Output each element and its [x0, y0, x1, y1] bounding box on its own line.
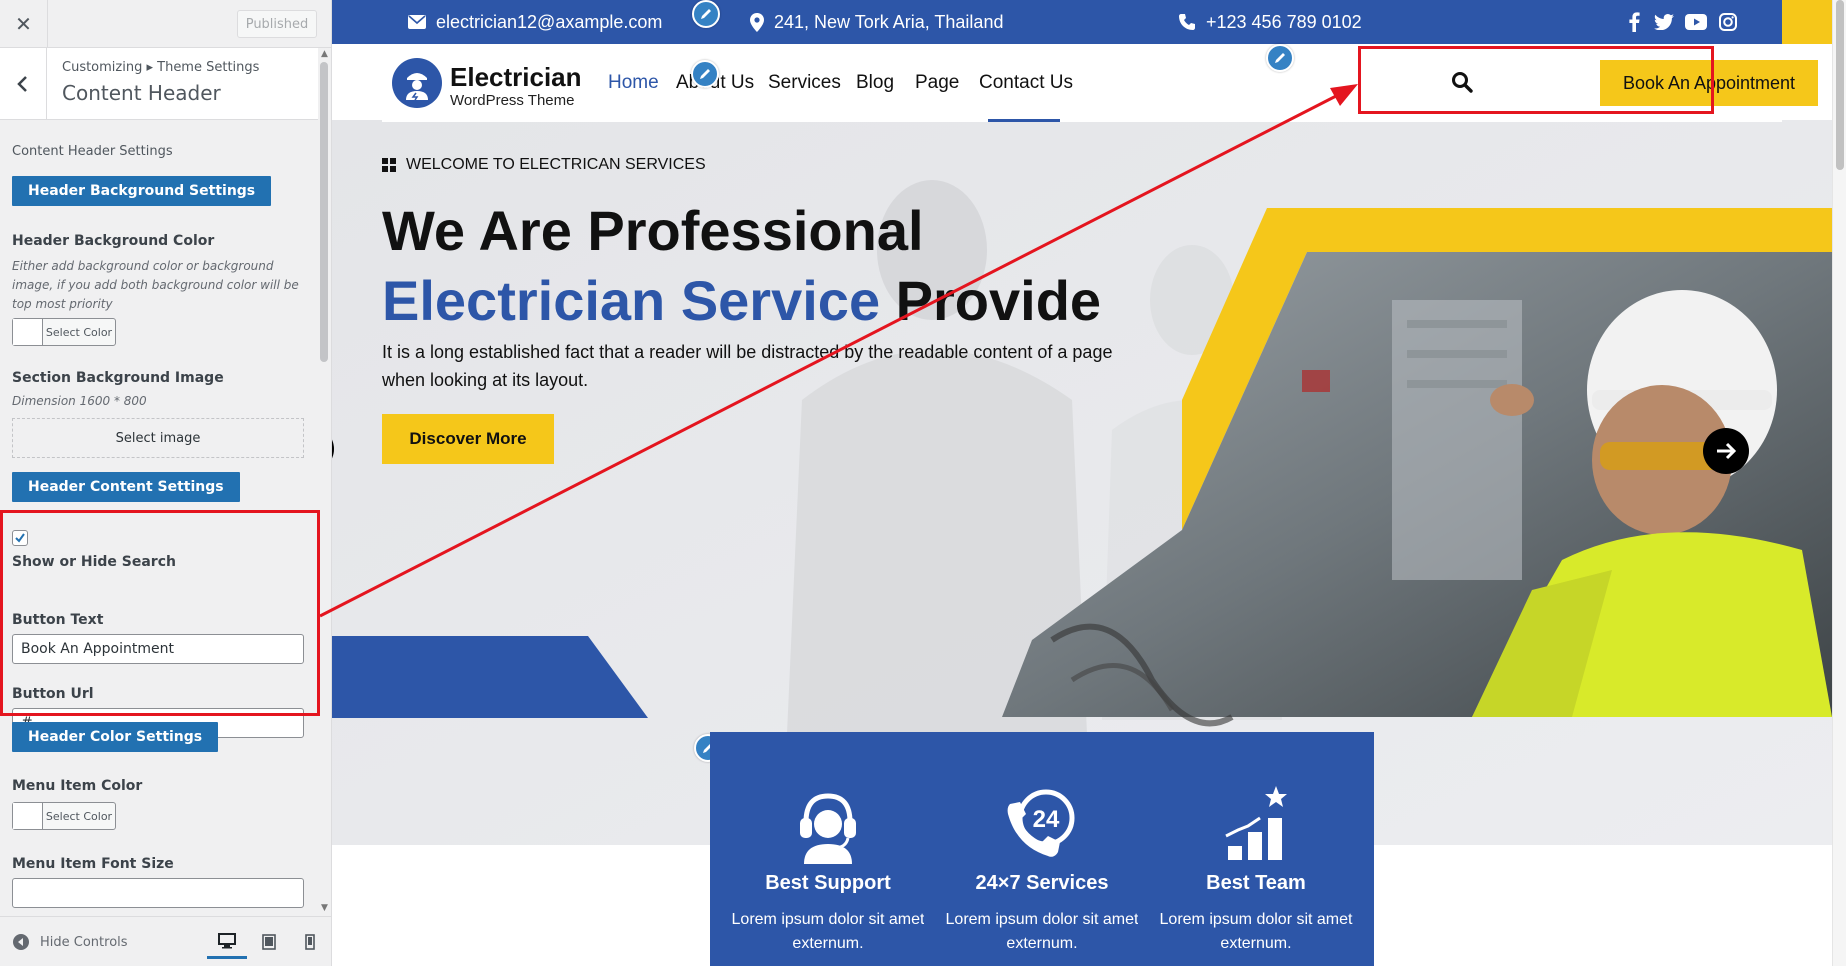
blue-accent-shape	[332, 636, 648, 718]
customizer-footer: Hide Controls	[0, 916, 331, 966]
bg-image-dimension: Dimension 1600 * 800	[12, 394, 147, 408]
topbar-phone[interactable]: +123 456 789 0102	[1178, 0, 1362, 44]
bg-color-description: Either add background color or backgroun…	[12, 259, 299, 311]
svg-text:24: 24	[1033, 806, 1060, 833]
topbar-phone-text: +123 456 789 0102	[1206, 11, 1362, 32]
color-swatch	[13, 319, 43, 345]
instagram-icon[interactable]	[1716, 10, 1740, 34]
topbar: electrician12@axample.com 241, New Tork …	[332, 0, 1832, 44]
close-icon[interactable]: ✕	[0, 0, 48, 48]
nav-page[interactable]: Page	[915, 72, 959, 94]
nav-services[interactable]: Services	[768, 72, 841, 94]
facebook-icon[interactable]	[1622, 10, 1646, 34]
customizer-sidebar: ✕ Published Customizing ▸ Theme Settings…	[0, 0, 332, 966]
hero-heading-highlight: Electrician Service	[382, 269, 881, 332]
feature-card-best-support[interactable]: Best Support Lorem ipsum dolor sit amet …	[710, 732, 946, 966]
hero-heading-line2: Electrician Service Provide	[382, 268, 1101, 333]
nav-blog[interactable]: Blog	[856, 72, 894, 94]
feature-title: Best Support	[765, 872, 891, 894]
feature-title: Best Team	[1206, 872, 1306, 894]
bg-color-picker[interactable]: Select Color	[12, 318, 116, 346]
map-pin-icon	[750, 12, 764, 32]
site-tagline: WordPress Theme	[450, 92, 575, 109]
feature-title: 24×7 Services	[975, 872, 1109, 894]
phone-icon	[1179, 14, 1195, 30]
select-color-label: Select Color	[45, 325, 113, 339]
customizer-topbar: ✕ Published	[0, 0, 331, 48]
bg-color-heading: Header Background Color	[12, 233, 215, 249]
envelope-icon	[408, 15, 426, 29]
hero-heading-rest: Provide	[895, 269, 1102, 332]
section-title: Content Header	[62, 81, 221, 105]
desktop-icon[interactable]	[207, 925, 247, 959]
topbar-accent	[1782, 0, 1832, 44]
welcome-text: WELCOME TO ELECTRICAN SERVICES	[406, 156, 706, 173]
headset-icon	[800, 793, 856, 864]
scroll-up-icon[interactable]: ▲	[320, 50, 329, 59]
site-title[interactable]: Electrician	[450, 62, 582, 93]
scroll-down-icon[interactable]: ▼	[320, 904, 329, 913]
nav-home[interactable]: Home	[608, 72, 659, 94]
site-preview: electrician12@axample.com 241, New Tork …	[332, 0, 1846, 966]
sidebar-scrollbar[interactable]: ▲ ▼	[318, 48, 331, 916]
hide-controls-label: Hide Controls	[40, 934, 128, 950]
feature-text: Lorem ipsum dolor sit amet externum.	[945, 911, 1139, 952]
menu-color-picker[interactable]: Select Color	[12, 802, 116, 830]
edit-pencil-icon[interactable]	[691, 60, 719, 88]
header-color-settings-button[interactable]: Header Color Settings	[12, 722, 219, 752]
annotation-box-header	[1358, 46, 1714, 114]
arrow-right-icon	[1717, 442, 1736, 460]
slider-next-button[interactable]	[1703, 428, 1749, 474]
hide-controls-button[interactable]: Hide Controls	[12, 933, 128, 951]
phone-24-icon: 24	[1007, 789, 1075, 857]
scrollbar-thumb[interactable]	[320, 62, 328, 362]
preview-scrollbar-thumb[interactable]	[1836, 0, 1844, 170]
section-header: Customizing ▸ Theme Settings Content Hea…	[0, 48, 318, 120]
topbar-email-text: electrician12@axample.com	[436, 11, 663, 32]
hero-heading-line1: We Are Professional	[382, 199, 924, 262]
select-image-button[interactable]: Select image	[12, 418, 304, 458]
welcome-tagline: WELCOME TO ELECTRICAN SERVICES	[382, 156, 706, 174]
preview-scrollbar[interactable]	[1832, 0, 1846, 966]
feature-card-24x7-services[interactable]: 24 24×7 Services Lorem ipsum dolor sit a…	[924, 732, 1160, 966]
breadcrumb: Customizing ▸ Theme Settings	[62, 60, 260, 75]
color-swatch	[13, 803, 43, 829]
menu-color-heading: Menu Item Color	[12, 778, 143, 794]
twitter-icon[interactable]	[1652, 10, 1676, 34]
section-label: Content Header Settings	[12, 144, 173, 159]
header-background-settings-button[interactable]: Header Background Settings	[12, 176, 272, 206]
menu-font-size-heading: Menu Item Font Size	[12, 856, 174, 872]
feature-text: Lorem ipsum dolor sit amet externum.	[1159, 911, 1353, 952]
menu-font-size-input[interactable]	[12, 878, 304, 908]
edit-pencil-icon[interactable]	[692, 0, 720, 28]
back-button[interactable]	[0, 48, 47, 120]
hero-description: It is a long established fact that a rea…	[382, 342, 1113, 390]
feature-card-best-team[interactable]: Best Team Lorem ipsum dolor sit amet ext…	[1138, 732, 1374, 966]
active-nav-indicator	[988, 119, 1060, 122]
topbar-address-text: 241, New Tork Aria, Thailand	[774, 11, 1004, 32]
feature-text: Lorem ipsum dolor sit amet externum.	[731, 911, 925, 952]
select-color-label: Select Color	[45, 809, 113, 823]
mobile-icon[interactable]	[290, 925, 330, 959]
team-chart-icon	[1225, 786, 1287, 860]
grid-icon	[382, 158, 396, 172]
discover-more-button[interactable]: Discover More	[382, 414, 554, 464]
topbar-email[interactable]: electrician12@axample.com	[408, 0, 662, 44]
header-content-settings-button[interactable]: Header Content Settings	[12, 472, 240, 502]
nav-contact-us[interactable]: Contact Us	[979, 72, 1073, 94]
topbar-address: 241, New Tork Aria, Thailand	[750, 0, 1003, 44]
tablet-icon[interactable]	[249, 925, 289, 959]
chevron-left-icon	[17, 76, 27, 92]
youtube-icon[interactable]	[1684, 10, 1708, 34]
annotation-box-sidebar	[0, 510, 320, 716]
bg-image-heading: Section Background Image	[12, 370, 224, 386]
published-button[interactable]: Published	[237, 10, 317, 38]
electrician-logo-icon[interactable]	[392, 58, 442, 108]
edit-pencil-icon[interactable]	[1266, 44, 1294, 72]
collapse-icon	[13, 934, 29, 950]
